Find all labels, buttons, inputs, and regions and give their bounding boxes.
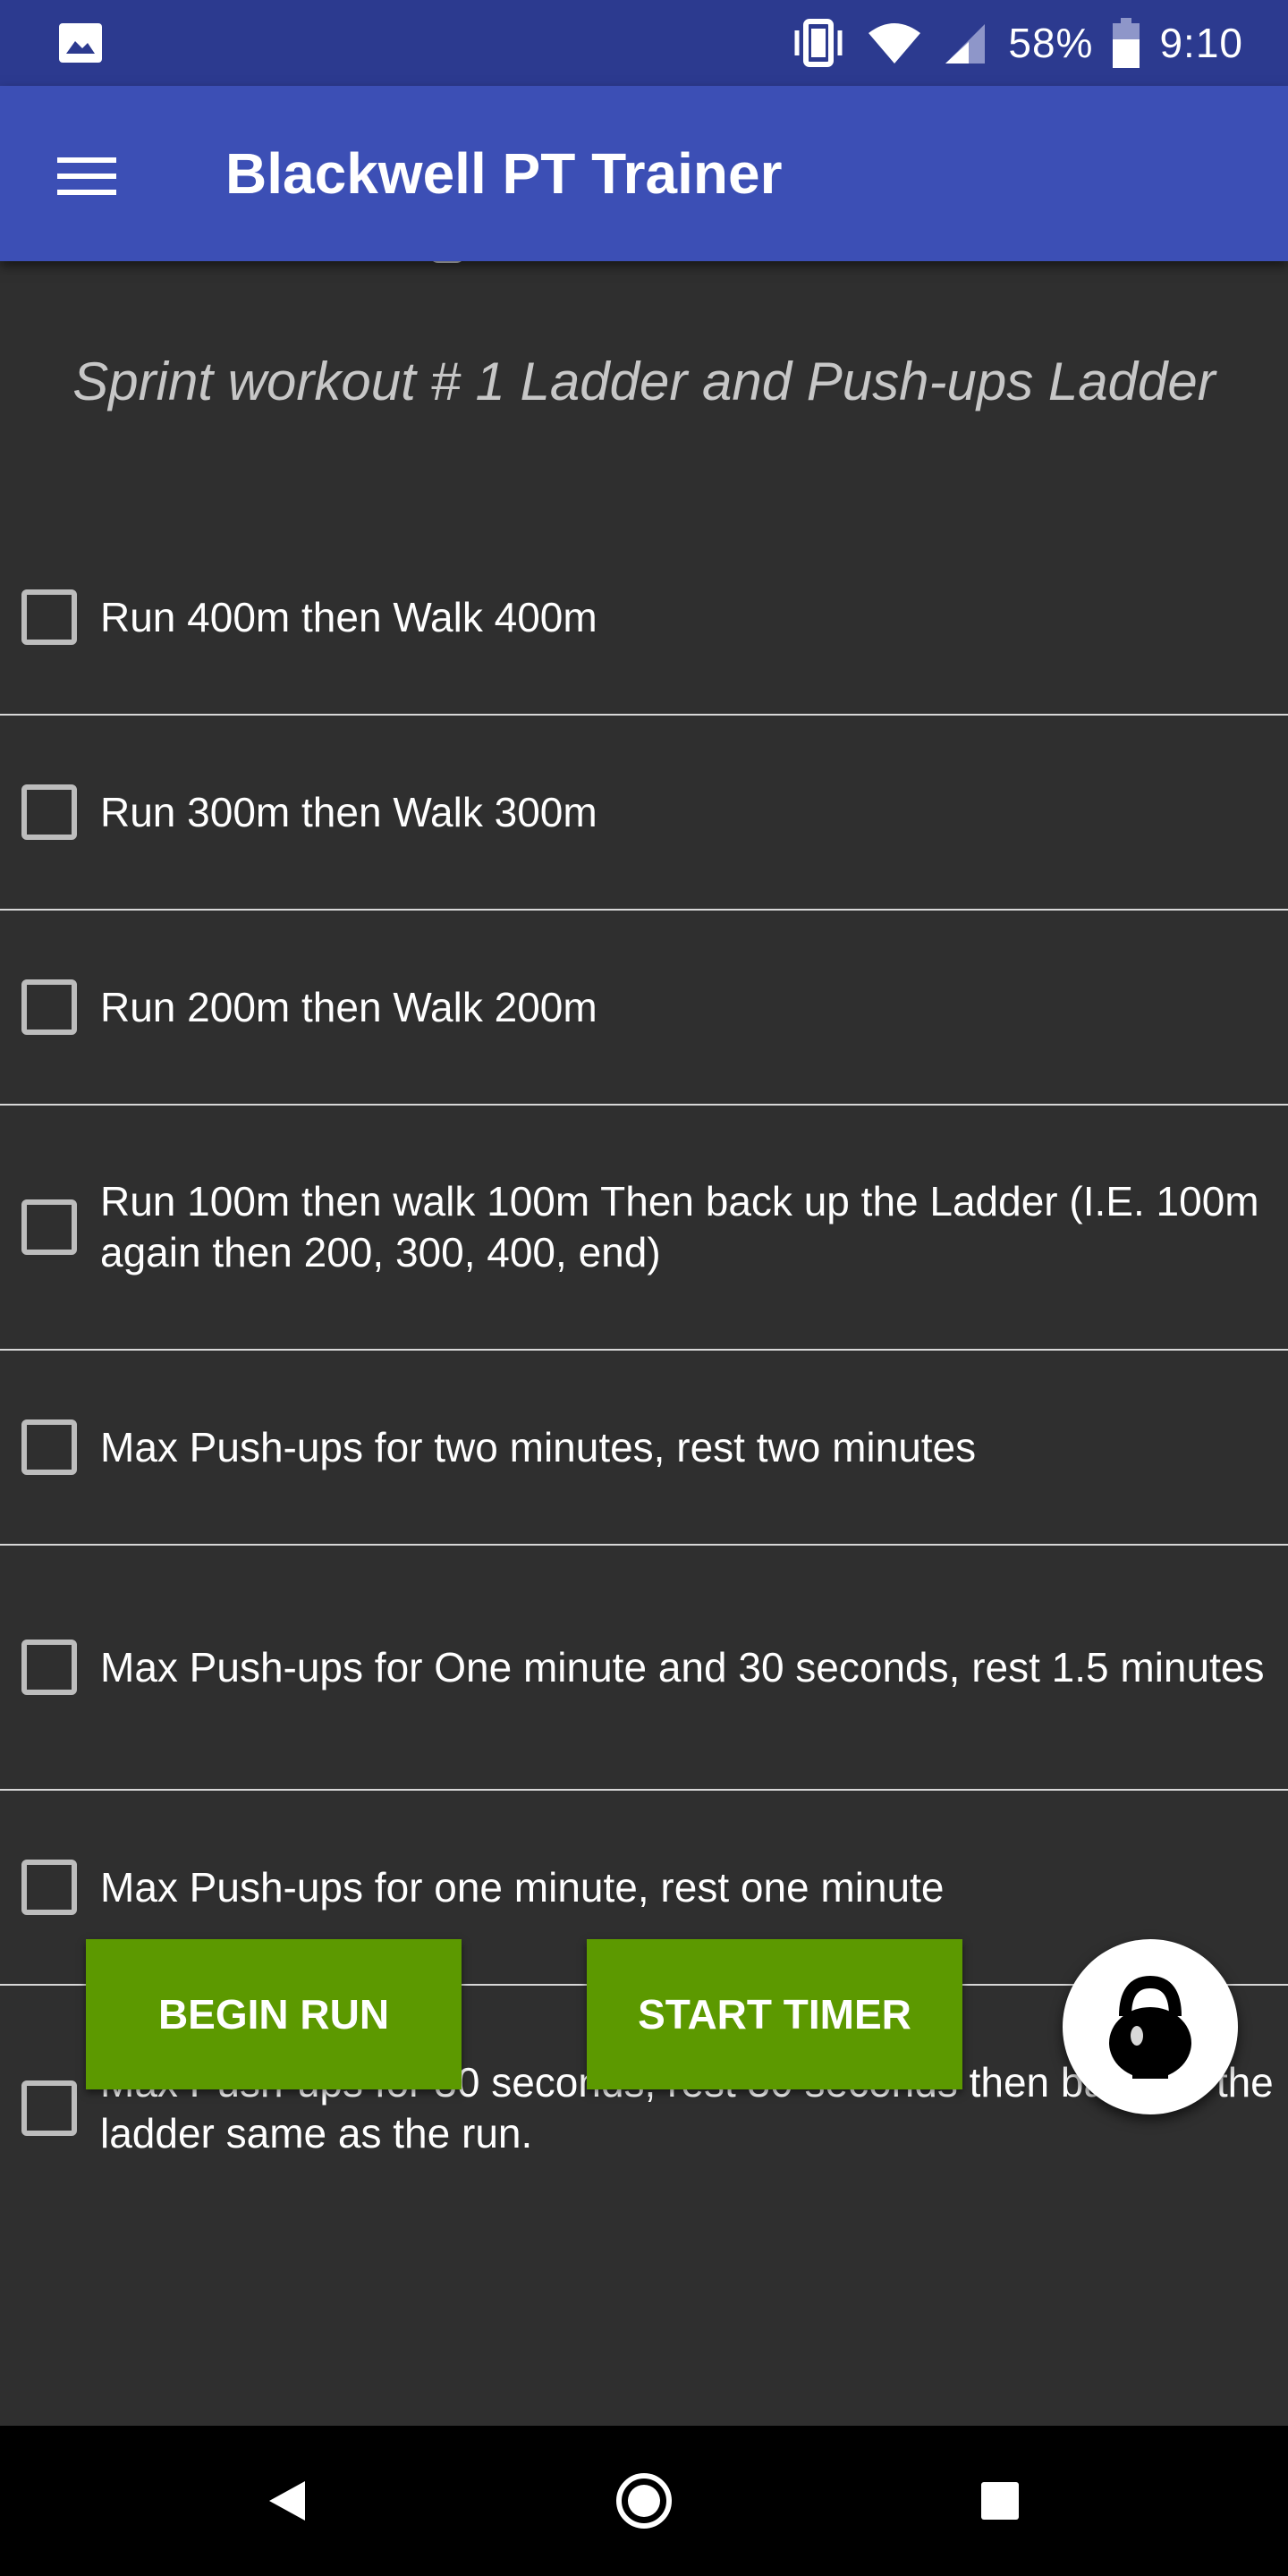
task-label: Run 100m then walk 100m Then back up the… (100, 1178, 1259, 1275)
workout-content[interactable]: Sprint workout # 1 Ladder and Push-ups L… (0, 261, 1288, 2426)
vibrate-icon (794, 19, 843, 67)
status-bar: 58% 9:10 (0, 0, 1288, 86)
hamburger-menu-icon[interactable] (57, 157, 116, 195)
wifi-icon (869, 23, 921, 64)
task-checkbox[interactable] (21, 1419, 77, 1475)
back-button[interactable] (225, 2426, 350, 2576)
clock: 9:10 (1159, 20, 1243, 66)
battery-percent: 58% (1008, 20, 1094, 66)
task-label: Run 400m then Walk 400m (100, 593, 597, 640)
task-label: Run 200m then Walk 200m (100, 983, 597, 1030)
task-checkbox[interactable] (21, 589, 77, 645)
battery-icon (1113, 18, 1140, 68)
recents-button[interactable] (937, 2426, 1063, 2576)
cell-signal-icon (945, 24, 986, 64)
task-item[interactable]: Run 100m then walk 100m Then back up the… (0, 1106, 1288, 1351)
task-label: Max Push-ups for One minute and 30 secon… (100, 1643, 1265, 1690)
kettlebell-fab-button[interactable] (1063, 1939, 1238, 2114)
home-button[interactable] (581, 2426, 707, 2576)
task-item[interactable]: Max Push-ups for two minutes, rest two m… (0, 1351, 1288, 1546)
task-checkbox[interactable] (21, 1640, 77, 1695)
task-checkbox[interactable] (21, 2080, 77, 2136)
task-label: Run 300m then Walk 300m (100, 788, 597, 835)
task-item[interactable]: Max Push-ups for One minute and 30 secon… (0, 1546, 1288, 1791)
task-item[interactable]: Run 200m then Walk 200m (0, 911, 1288, 1106)
task-checkbox[interactable] (21, 1860, 77, 1915)
back-icon (269, 2481, 305, 2521)
begin-run-button[interactable]: BEGIN RUN (86, 1939, 462, 2089)
navigation-bar (0, 2426, 1288, 2576)
home-icon (616, 2473, 672, 2529)
task-item[interactable]: Run 400m then Walk 400m (0, 521, 1288, 716)
task-checkbox[interactable] (21, 784, 77, 840)
recents-icon (981, 2482, 1019, 2520)
task-item[interactable]: Run 300m then Walk 300m (0, 716, 1288, 911)
task-label: Max Push-ups for one minute, rest one mi… (100, 1863, 945, 1911)
kettlebell-icon (1109, 1975, 1191, 2079)
gallery-icon (59, 23, 102, 63)
task-checkbox[interactable] (21, 1199, 77, 1255)
start-timer-button[interactable]: START TIMER (587, 1939, 962, 2089)
scrolled-text-remnant (429, 261, 465, 263)
task-label: Max Push-ups for two minutes, rest two m… (100, 1423, 977, 1470)
workout-title: Sprint workout # 1 Ladder and Push-ups L… (72, 352, 1216, 411)
app-title: Blackwell PT Trainer (225, 141, 783, 206)
task-checkbox[interactable] (21, 979, 77, 1035)
app-bar: Blackwell PT Trainer (0, 86, 1288, 261)
